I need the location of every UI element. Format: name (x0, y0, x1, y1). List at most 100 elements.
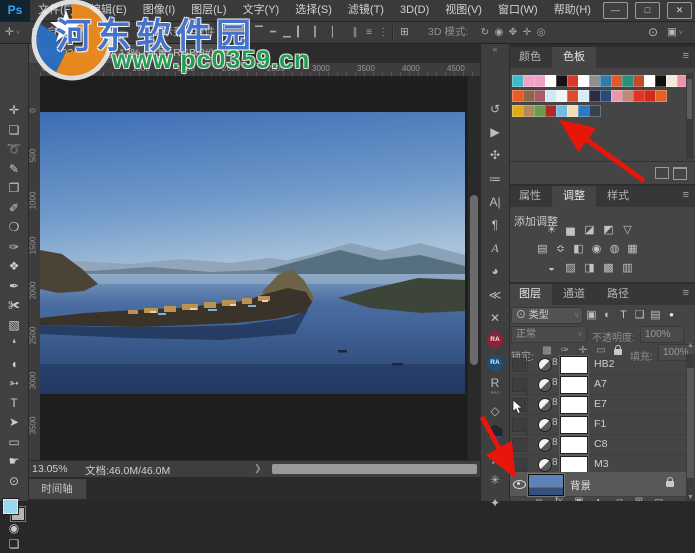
cube-3d-icon[interactable]: ◇ (481, 401, 509, 421)
screen-mode-button[interactable]: ❏ (0, 535, 28, 553)
layers-bottom-icon[interactable]: fx (550, 496, 568, 501)
auto-select-checkbox[interactable]: ✓ (32, 22, 43, 43)
dodge-tool[interactable]: ◖ (0, 355, 28, 373)
menu-item-9[interactable]: 视图(V) (437, 0, 490, 21)
hue-saturation-icon[interactable]: ▤ (534, 243, 551, 256)
curves-icon[interactable]: ◪ (581, 224, 598, 237)
tab-close-icon[interactable]: × (221, 47, 227, 59)
checkbox-checked[interactable]: ✓ (32, 28, 43, 39)
panel-menu-icon[interactable]: ≡ (683, 189, 689, 201)
layers-scrollbar[interactable]: ▲ ▼ (686, 354, 695, 501)
gradient-map-icon[interactable]: ▥ (619, 262, 636, 275)
menu-item-6[interactable]: 选择(S) (287, 0, 340, 21)
tool-presets-icon[interactable]: ≔ (481, 169, 509, 189)
new-swatch-icon[interactable] (655, 167, 669, 179)
r-pro-badge[interactable]: RPRO (481, 377, 509, 399)
menu-item-5[interactable]: 文字(Y) (235, 0, 288, 21)
exposure-icon[interactable]: ◩ (600, 224, 617, 237)
paragraph-styles-icon[interactable]: A| (481, 192, 509, 212)
type-tool[interactable]: T (0, 394, 28, 412)
menu-item-10[interactable]: 窗口(W) (490, 0, 546, 21)
channel-mixer-icon[interactable]: ◍ (606, 243, 623, 256)
distribute-2-icon[interactable]: ≡ (362, 22, 376, 43)
zoom-tool[interactable]: ⊙ (0, 472, 28, 490)
layers-bottom-icon[interactable]: ∞ (530, 496, 548, 501)
color-swatch[interactable] (589, 105, 601, 117)
trash-icon[interactable] (673, 167, 687, 180)
tab-图层[interactable]: 图层 (508, 284, 552, 305)
brush-tool[interactable]: ✑ (0, 238, 28, 256)
show-transform-checkbox[interactable] (138, 22, 149, 43)
tab-通道[interactable]: 通道 (552, 284, 596, 305)
panel-menu-icon[interactable]: ≡ (683, 50, 689, 62)
layer-row[interactable]: 8A7 (508, 374, 686, 395)
collapse-dock-icon[interactable]: « (481, 44, 509, 54)
vibrance-icon[interactable]: ▽ (619, 224, 636, 237)
workspace-switcher[interactable]: ▣ ˅ (667, 22, 683, 43)
marquee-tool[interactable]: ❏ (0, 121, 28, 139)
layers-scrollbar-thumb[interactable] (687, 368, 694, 478)
scroll-down-icon[interactable]: ▼ (686, 494, 695, 501)
history-panel-icon[interactable]: ↺ (481, 99, 509, 119)
visibility-toggle[interactable] (512, 438, 526, 452)
status-next-icon[interactable]: ❯ (254, 463, 262, 474)
tab-路径[interactable]: 路径 (596, 284, 640, 305)
align-1-icon[interactable]: ▔ (252, 22, 266, 43)
maximize-button[interactable]: □ (635, 2, 660, 19)
menu-item-1[interactable]: 文件(F) (30, 0, 82, 21)
menu-item-8[interactable]: 3D(D) (392, 0, 437, 21)
brush-presets-icon[interactable]: ✣ (481, 145, 509, 165)
3d-mode-1-icon[interactable]: ↻ (478, 22, 492, 43)
vertical-scrollbar-thumb[interactable] (470, 195, 478, 365)
layers-bottom-icon[interactable]: ▭ (650, 496, 668, 501)
document-tab[interactable]: IMG7926.JPG @ 13% (背景, RGB/8#)× (28, 43, 235, 63)
black-white-icon[interactable]: ◧ (570, 243, 587, 256)
eraser-tool[interactable]: ✀ (0, 296, 28, 314)
path-selection-tool[interactable]: ➤ (0, 413, 28, 431)
ra-red-badge[interactable]: RA (481, 331, 509, 351)
crop-tool[interactable]: ❐ (0, 179, 28, 197)
vertical-scrollbar[interactable] (467, 76, 481, 460)
align-3-icon[interactable]: ▁ (280, 22, 294, 43)
more-tools[interactable]: ⋯ (0, 491, 28, 509)
visibility-toggle[interactable] (512, 398, 526, 412)
arrange-button[interactable]: ⊞ (400, 22, 409, 43)
layers-bottom-icon[interactable]: ▣ (570, 496, 588, 501)
actions-panel-icon[interactable]: ▶ (481, 122, 509, 142)
filter-image-icon[interactable]: ▣ (584, 307, 599, 323)
posterize-icon[interactable]: ▨ (562, 262, 579, 275)
tab-样式[interactable]: 样式 (596, 186, 640, 207)
layer-mask-thumbnail[interactable] (560, 376, 588, 394)
distribute-1-icon[interactable]: ∥ (348, 22, 362, 43)
horizontal-scrollbar-thumb[interactable] (272, 464, 477, 474)
levels-icon[interactable]: ▅ (562, 224, 579, 237)
visibility-toggle[interactable] (512, 378, 526, 392)
eyedropper-tool[interactable]: ✐ (0, 199, 28, 217)
menu-item-2[interactable]: 编辑(E) (82, 0, 135, 21)
layer-row[interactable]: 8C8 (508, 434, 686, 455)
layer-mask-thumbnail[interactable] (560, 416, 588, 434)
align-6-icon[interactable]: ▕ (322, 22, 336, 43)
filter-type-icon[interactable]: T (616, 307, 631, 323)
canvas-area[interactable] (40, 76, 467, 460)
visibility-toggle[interactable] (512, 358, 526, 372)
visibility-eye-icon[interactable] (513, 480, 526, 489)
scroll-up-icon[interactable]: ▲ (686, 342, 695, 349)
swatches-scrollbar-thumb[interactable] (687, 79, 692, 119)
close-button[interactable]: ✕ (667, 2, 692, 19)
glyphs-panel-icon[interactable]: A (481, 238, 509, 258)
auto-select-dropdown[interactable]: 图层 ˅ (97, 22, 124, 43)
layers-bottom-icon[interactable]: ◐ (590, 496, 608, 501)
tab-调整[interactable]: 调整 (552, 186, 596, 207)
ra-blue-badge[interactable]: RA (481, 354, 509, 374)
swatches-scrollbar[interactable] (686, 73, 693, 159)
color-balance-icon[interactable]: ≎ (552, 243, 569, 256)
spark-icon[interactable]: ✦ (481, 493, 509, 513)
opacity-value[interactable]: 100%˅ (640, 326, 684, 343)
filter-shape-icon[interactable]: ❑ (632, 307, 647, 323)
menu-item-11[interactable]: 帮助(H) (546, 0, 599, 21)
shape-tool[interactable]: ▭ (0, 433, 28, 451)
layer-row[interactable]: 8F1 (508, 414, 686, 435)
layer-mask-thumbnail[interactable] (560, 356, 588, 374)
layers-bottom-icon[interactable]: ⊞ (630, 496, 648, 501)
